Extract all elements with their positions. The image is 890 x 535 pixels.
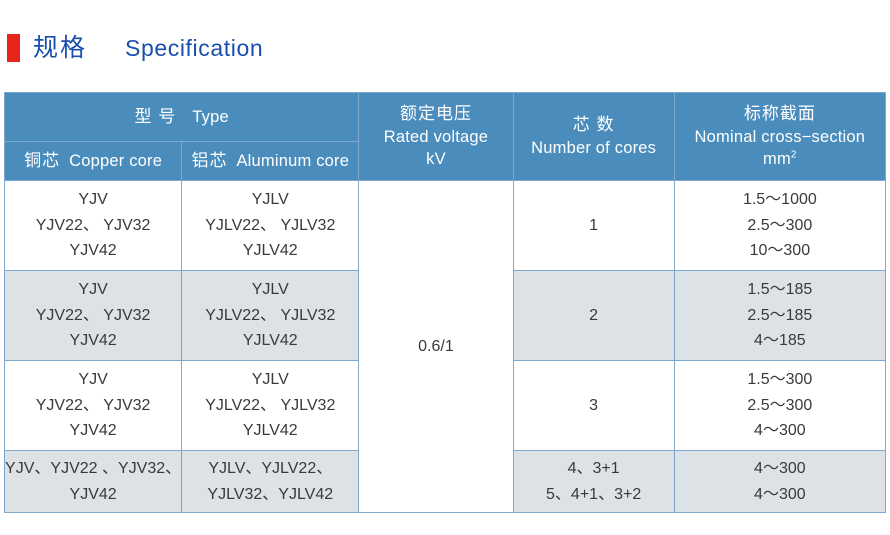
cell-number-of-cores: 1 [512, 180, 675, 271]
cell-copper-core: YJV YJV22、 YJV32 YJV42 [3, 270, 183, 361]
header-nominal-cross-section-unit: mm2 [675, 148, 885, 170]
header-nominal-cross-section-en: Nominal cross−section [694, 127, 866, 146]
header-rated-voltage: 额定电压 Rated voltage kV [358, 92, 514, 181]
unit-exponent: 2 [790, 149, 797, 161]
cell-number-of-cores: 2 [512, 270, 675, 361]
cell-line: 4～300 [754, 459, 806, 477]
header-copper-core-cn: 铜芯 [24, 150, 61, 170]
header-type-cn: 型 号 [134, 106, 177, 126]
cell-line: YJV22、 YJV32 [35, 396, 151, 414]
cell-line: YJV42 [69, 422, 117, 440]
cell-line: 4、3+1 [567, 459, 620, 477]
cell-line: YJV [78, 280, 108, 298]
cell-line: 2 [589, 306, 599, 324]
cell-line: YJLV32、YJLV42 [207, 485, 334, 503]
cell-line: 2.5～300 [747, 216, 813, 234]
specification-table: 型 号 Type 额定电压 Rated voltage kV 芯 数 Numbe… [3, 92, 887, 513]
cell-line: YJLV42 [242, 242, 298, 260]
cell-line: 3 [589, 396, 599, 414]
cell-line: 2.5～185 [747, 306, 813, 324]
cell-line: YJLV22、 YJLV32 [205, 306, 336, 324]
cell-nominal-cross-section: 1.5～300 2.5～300 4～300 [673, 360, 887, 451]
cell-line: YJV22、 YJV32 [35, 216, 151, 234]
cell-line: YJLV [251, 370, 289, 388]
table-body: YJV YJV22、 YJV32 YJV42 YJLV YJLV22、 YJLV32 YJ… [3, 180, 887, 513]
cell-line: YJLV42 [242, 422, 298, 440]
cell-aluminum-core: YJLV YJLV22、 YJLV32 YJLV42 [181, 270, 360, 361]
header-number-of-cores-cn: 芯 数 [572, 114, 615, 134]
cell-line: YJV、YJV22 、YJV32、 [5, 459, 182, 477]
cell-copper-core: YJV YJV22、 YJV32 YJV42 [3, 180, 183, 271]
header-rated-voltage-unit: kV [426, 149, 446, 168]
title-bullet-icon [7, 34, 20, 62]
cell-line: YJV [78, 370, 108, 388]
cell-line: YJLV42 [242, 332, 298, 350]
cell-line: YJV22、 YJV32 [35, 306, 151, 324]
cell-aluminum-core: YJLV、YJLV22、 YJLV32、YJLV42 [181, 450, 360, 513]
cell-number-of-cores: 3 [512, 360, 675, 451]
header-rated-voltage-en: Rated voltage [383, 127, 489, 146]
cell-aluminum-core: YJLV YJLV22、 YJLV32 YJLV42 [181, 180, 360, 271]
cell-line: 1.5～300 [747, 370, 813, 388]
header-number-of-cores: 芯 数 Number of cores [512, 92, 675, 181]
cell-line: YJLV22、 YJLV32 [205, 216, 336, 234]
cell-line: YJV42 [69, 242, 117, 260]
cell-line: YJLV [251, 190, 289, 208]
header-number-of-cores-en: Number of cores [531, 138, 657, 157]
cell-nominal-cross-section: 1.5～185 2.5～185 4～185 [673, 270, 887, 361]
section-title-cn: 规格 [33, 33, 88, 62]
rated-voltage-value: 0.6/1 [418, 337, 454, 355]
header-type-en: Type [192, 107, 229, 126]
header-copper-core: 铜芯 Copper core [3, 141, 183, 181]
header-row-group: 型 号 Type 额定电压 Rated voltage kV 芯 数 Numbe… [3, 92, 887, 181]
cell-line: YJV42 [69, 332, 117, 350]
cell-rated-voltage: 0.6/1 [358, 180, 514, 513]
cell-nominal-cross-section: 1.5～1000 2.5～300 10～300 [673, 180, 887, 271]
header-rated-voltage-cn: 额定电压 [399, 103, 472, 123]
cell-copper-core: YJV、YJV22 、YJV32、 YJV42 [3, 450, 183, 513]
cell-line: YJLV、YJLV22、 [208, 459, 333, 477]
cell-line: 4～300 [754, 485, 806, 503]
header-aluminum-core: 铝芯 Aluminum core [181, 141, 360, 181]
header-aluminum-core-en: Aluminum core [236, 151, 350, 170]
cell-line: 10～300 [749, 242, 811, 260]
cell-line: 2.5～300 [747, 396, 813, 414]
section-title-en: Specification [125, 34, 264, 61]
header-aluminum-core-cn: 铝芯 [191, 150, 228, 170]
section-title: 规格 Specification [0, 28, 263, 68]
header-type-group: 型 号 Type [3, 92, 360, 142]
cell-line: 1.5～1000 [742, 190, 817, 208]
cell-line: YJLV22、 YJLV32 [205, 396, 336, 414]
header-nominal-cross-section: 标称截面 Nominal cross−section mm2 [673, 92, 887, 181]
cell-line: YJV [78, 190, 108, 208]
cell-line: YJV42 [69, 485, 117, 503]
cell-line: 1.5～185 [747, 280, 813, 298]
header-nominal-cross-section-cn: 标称截面 [743, 103, 816, 123]
table-row: YJV YJV22、 YJV32 YJV42 YJLV YJLV22、 YJLV32 YJ… [3, 180, 887, 513]
table-head: 型 号 Type 额定电压 Rated voltage kV 芯 数 Numbe… [3, 92, 887, 181]
cell-line: 4～185 [754, 332, 806, 350]
cell-line: 4～300 [754, 422, 806, 440]
header-copper-core-en: Copper core [69, 151, 163, 170]
unit-mm: mm [763, 149, 791, 168]
cell-line: YJLV [251, 280, 289, 298]
cell-copper-core: YJV YJV22、 YJV32 YJV42 [3, 360, 183, 451]
cell-line: 1 [589, 216, 599, 234]
cell-nominal-cross-section: 4～300 4～300 [673, 450, 887, 513]
cell-number-of-cores: 4、3+1 5、4+1、3+2 [512, 450, 675, 513]
cell-line: 5、4+1、3+2 [546, 485, 642, 503]
cell-aluminum-core: YJLV YJLV22、 YJLV32 YJLV42 [181, 360, 360, 451]
